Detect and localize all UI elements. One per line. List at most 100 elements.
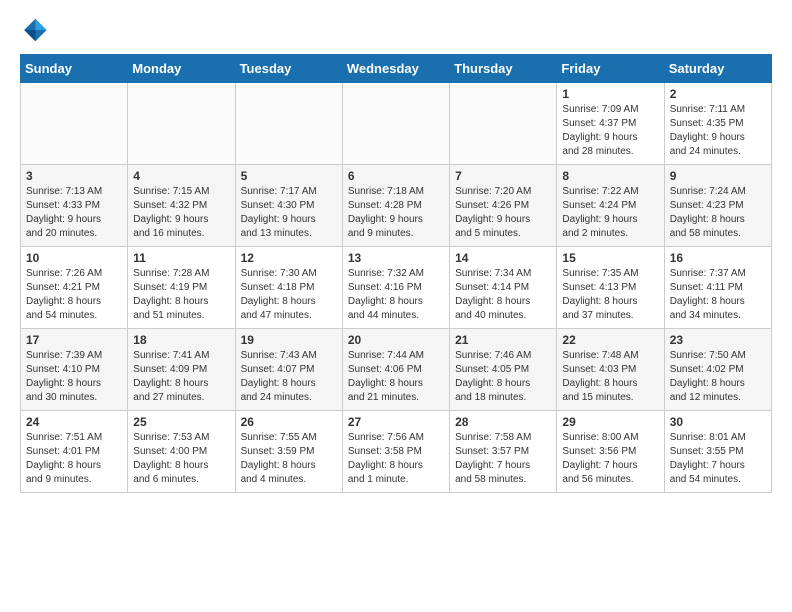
calendar-week-row: 3 Sunrise: 7:13 AM Sunset: 4:33 PM Daylig…: [21, 165, 772, 247]
calendar-cell: 29 Sunrise: 8:00 AM Sunset: 3:56 PM Dayli…: [557, 411, 664, 493]
day-info: Sunrise: 7:55 AM Sunset: 3:59 PM Dayligh…: [241, 431, 337, 487]
calendar-cell: 3 Sunrise: 7:13 AM Sunset: 4:33 PM Daylig…: [21, 165, 128, 247]
day-number: 3: [26, 169, 122, 183]
day-number: 4: [133, 169, 229, 183]
day-number: 14: [455, 251, 551, 265]
day-number: 29: [562, 415, 658, 429]
day-number: 8: [562, 169, 658, 183]
calendar-cell: 15 Sunrise: 7:35 AM Sunset: 4:13 PM Dayli…: [557, 247, 664, 329]
header: [20, 16, 772, 44]
calendar-cell: 21Sunrise: 7:46 AM Sunset: 4:05 PM Dayli…: [450, 329, 557, 411]
calendar-week-row: 24Sunrise: 7:51 AM Sunset: 4:01 PM Dayli…: [21, 411, 772, 493]
day-number: 6: [348, 169, 444, 183]
day-number: 27: [348, 415, 444, 429]
day-number: 7: [455, 169, 551, 183]
day-number: 26: [241, 415, 337, 429]
day-info: Sunrise: 7:17 AM Sunset: 4:30 PM Dayligh…: [241, 185, 337, 241]
day-number: 22: [562, 333, 658, 347]
day-info: Sunrise: 7:53 AM Sunset: 4:00 PM Dayligh…: [133, 431, 229, 487]
day-info: Sunrise: 7:28 AM Sunset: 4:19 PM Dayligh…: [133, 267, 229, 323]
calendar-cell: 24Sunrise: 7:51 AM Sunset: 4:01 PM Dayli…: [21, 411, 128, 493]
day-info: Sunrise: 7:18 AM Sunset: 4:28 PM Dayligh…: [348, 185, 444, 241]
day-number: 20: [348, 333, 444, 347]
day-number: 9: [670, 169, 766, 183]
day-number: 1: [562, 87, 658, 101]
day-number: 30: [670, 415, 766, 429]
calendar-week-row: 17Sunrise: 7:39 AM Sunset: 4:10 PM Dayli…: [21, 329, 772, 411]
logo: [20, 16, 50, 44]
calendar-cell: [128, 83, 235, 165]
calendar-cell: 14 Sunrise: 7:34 AM Sunset: 4:14 PM Dayli…: [450, 247, 557, 329]
day-info: Sunrise: 7:50 AM Sunset: 4:02 PM Dayligh…: [670, 349, 766, 405]
calendar-cell: [235, 83, 342, 165]
day-number: 11: [133, 251, 229, 265]
calendar-cell: 19 Sunrise: 7:43 AM Sunset: 4:07 PM Dayli…: [235, 329, 342, 411]
day-number: 13: [348, 251, 444, 265]
day-number: 2: [670, 87, 766, 101]
day-info: Sunrise: 7:20 AM Sunset: 4:26 PM Dayligh…: [455, 185, 551, 241]
calendar-cell: [342, 83, 449, 165]
calendar-cell: 20 Sunrise: 7:44 AM Sunset: 4:06 PM Dayli…: [342, 329, 449, 411]
calendar-cell: [450, 83, 557, 165]
day-number: 10: [26, 251, 122, 265]
calendar-cell: 10 Sunrise: 7:26 AM Sunset: 4:21 PM Dayli…: [21, 247, 128, 329]
day-info: Sunrise: 7:56 AM Sunset: 3:58 PM Dayligh…: [348, 431, 444, 487]
day-number: 19: [241, 333, 337, 347]
day-info: Sunrise: 7:41 AM Sunset: 4:09 PM Dayligh…: [133, 349, 229, 405]
weekday-header-tuesday: Tuesday: [235, 55, 342, 83]
weekday-header-wednesday: Wednesday: [342, 55, 449, 83]
logo-icon: [20, 16, 48, 44]
day-number: 12: [241, 251, 337, 265]
day-info: Sunrise: 7:43 AM Sunset: 4:07 PM Dayligh…: [241, 349, 337, 405]
day-number: 18: [133, 333, 229, 347]
day-info: Sunrise: 7:44 AM Sunset: 4:06 PM Dayligh…: [348, 349, 444, 405]
day-info: Sunrise: 7:15 AM Sunset: 4:32 PM Dayligh…: [133, 185, 229, 241]
calendar-cell: 2Sunrise: 7:11 AM Sunset: 4:35 PM Daylig…: [664, 83, 771, 165]
calendar-page: SundayMondayTuesdayWednesdayThursdayFrid…: [0, 0, 792, 503]
day-info: Sunrise: 7:13 AM Sunset: 4:33 PM Dayligh…: [26, 185, 122, 241]
calendar-cell: 18 Sunrise: 7:41 AM Sunset: 4:09 PM Dayli…: [128, 329, 235, 411]
day-info: Sunrise: 7:32 AM Sunset: 4:16 PM Dayligh…: [348, 267, 444, 323]
calendar-cell: 27 Sunrise: 7:56 AM Sunset: 3:58 PM Dayli…: [342, 411, 449, 493]
day-number: 17: [26, 333, 122, 347]
calendar-cell: 5Sunrise: 7:17 AM Sunset: 4:30 PM Daylig…: [235, 165, 342, 247]
day-info: Sunrise: 7:26 AM Sunset: 4:21 PM Dayligh…: [26, 267, 122, 323]
calendar-cell: 4 Sunrise: 7:15 AM Sunset: 4:32 PM Daylig…: [128, 165, 235, 247]
day-number: 23: [670, 333, 766, 347]
day-info: Sunrise: 8:01 AM Sunset: 3:55 PM Dayligh…: [670, 431, 766, 487]
calendar-cell: 16 Sunrise: 7:37 AM Sunset: 4:11 PM Dayli…: [664, 247, 771, 329]
calendar-cell: 7 Sunrise: 7:20 AM Sunset: 4:26 PM Daylig…: [450, 165, 557, 247]
day-info: Sunrise: 7:34 AM Sunset: 4:14 PM Dayligh…: [455, 267, 551, 323]
day-info: Sunrise: 7:09 AM Sunset: 4:37 PM Dayligh…: [562, 103, 658, 159]
calendar-cell: [21, 83, 128, 165]
day-number: 25: [133, 415, 229, 429]
calendar-cell: 26 Sunrise: 7:55 AM Sunset: 3:59 PM Dayli…: [235, 411, 342, 493]
calendar-cell: 17Sunrise: 7:39 AM Sunset: 4:10 PM Dayli…: [21, 329, 128, 411]
weekday-header-saturday: Saturday: [664, 55, 771, 83]
day-number: 15: [562, 251, 658, 265]
day-info: Sunrise: 7:24 AM Sunset: 4:23 PM Dayligh…: [670, 185, 766, 241]
weekday-header-thursday: Thursday: [450, 55, 557, 83]
calendar-cell: 28 Sunrise: 7:58 AM Sunset: 3:57 PM Dayli…: [450, 411, 557, 493]
calendar-week-row: 10 Sunrise: 7:26 AM Sunset: 4:21 PM Dayli…: [21, 247, 772, 329]
calendar-cell: 13 Sunrise: 7:32 AM Sunset: 4:16 PM Dayli…: [342, 247, 449, 329]
calendar-week-row: 1 Sunrise: 7:09 AM Sunset: 4:37 PM Daylig…: [21, 83, 772, 165]
calendar-cell: 6 Sunrise: 7:18 AM Sunset: 4:28 PM Daylig…: [342, 165, 449, 247]
day-number: 28: [455, 415, 551, 429]
calendar-cell: 30 Sunrise: 8:01 AM Sunset: 3:55 PM Dayli…: [664, 411, 771, 493]
calendar-table: SundayMondayTuesdayWednesdayThursdayFrid…: [20, 54, 772, 493]
day-number: 16: [670, 251, 766, 265]
calendar-cell: 1 Sunrise: 7:09 AM Sunset: 4:37 PM Daylig…: [557, 83, 664, 165]
weekday-header-monday: Monday: [128, 55, 235, 83]
day-info: Sunrise: 7:37 AM Sunset: 4:11 PM Dayligh…: [670, 267, 766, 323]
calendar-cell: 22Sunrise: 7:48 AM Sunset: 4:03 PM Dayli…: [557, 329, 664, 411]
day-info: Sunrise: 7:35 AM Sunset: 4:13 PM Dayligh…: [562, 267, 658, 323]
day-info: Sunrise: 8:00 AM Sunset: 3:56 PM Dayligh…: [562, 431, 658, 487]
calendar-cell: 11 Sunrise: 7:28 AM Sunset: 4:19 PM Dayli…: [128, 247, 235, 329]
day-number: 21: [455, 333, 551, 347]
calendar-cell: 9 Sunrise: 7:24 AM Sunset: 4:23 PM Daylig…: [664, 165, 771, 247]
day-info: Sunrise: 7:51 AM Sunset: 4:01 PM Dayligh…: [26, 431, 122, 487]
calendar-cell: 8Sunrise: 7:22 AM Sunset: 4:24 PM Daylig…: [557, 165, 664, 247]
day-info: Sunrise: 7:58 AM Sunset: 3:57 PM Dayligh…: [455, 431, 551, 487]
calendar-cell: 12Sunrise: 7:30 AM Sunset: 4:18 PM Dayli…: [235, 247, 342, 329]
